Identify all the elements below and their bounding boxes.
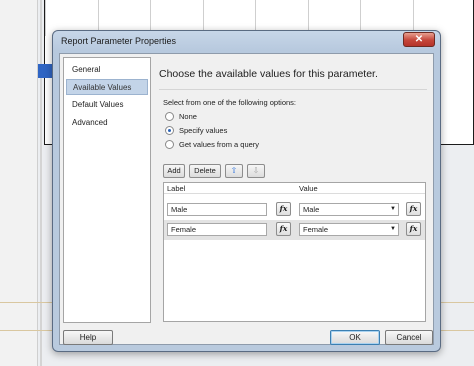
help-button[interactable]: Help xyxy=(63,330,113,345)
up-arrow-icon: ⇧ xyxy=(230,166,238,175)
available-values-grid: Label Value Male fx Male ▼ fx Female fx … xyxy=(163,182,426,322)
down-arrow-icon: ⇩ xyxy=(252,166,260,175)
dialog-titlebar[interactable]: Report Parameter Properties ✕ xyxy=(53,31,440,51)
nav-item-advanced[interactable]: Advanced xyxy=(66,115,148,131)
radio-specify-values[interactable] xyxy=(165,126,174,135)
label-input[interactable]: Female xyxy=(167,223,267,236)
table-row: Female fx Female ▼ fx xyxy=(164,220,425,240)
chevron-down-icon: ▼ xyxy=(390,206,396,212)
close-icon: ✕ xyxy=(414,34,424,45)
nav-item-default-values[interactable]: Default Values xyxy=(66,97,148,113)
report-parameter-properties-dialog: Report Parameter Properties ✕ General Av… xyxy=(52,30,441,352)
ok-button[interactable]: OK xyxy=(330,330,380,345)
table-row: Male fx Male ▼ fx xyxy=(164,200,425,220)
label-expression-button[interactable]: fx xyxy=(276,202,291,216)
column-header-value: Value xyxy=(299,184,318,193)
value-select-text: Male xyxy=(303,205,320,214)
options-prompt: Select from one of the following options… xyxy=(163,98,296,107)
value-select[interactable]: Female ▼ xyxy=(299,223,399,236)
add-button[interactable]: Add xyxy=(163,164,185,178)
value-select-text: Female xyxy=(303,225,329,234)
close-button[interactable]: ✕ xyxy=(403,32,435,47)
canvas-gridline xyxy=(45,0,46,36)
value-expression-button[interactable]: fx xyxy=(406,202,421,216)
value-expression-button[interactable]: fx xyxy=(406,222,421,236)
nav-item-general[interactable]: General xyxy=(66,62,148,78)
dialog-client-area: General Available Values Default Values … xyxy=(59,53,434,345)
label-expression-button[interactable]: fx xyxy=(276,222,291,236)
designer-left-panel xyxy=(0,0,38,366)
column-header-label: Label xyxy=(167,184,186,193)
option-label: None xyxy=(179,112,197,121)
value-select[interactable]: Male ▼ xyxy=(299,203,399,216)
move-down-button[interactable]: ⇩ xyxy=(247,164,265,178)
move-up-button[interactable]: ⇧ xyxy=(225,164,243,178)
page-heading: Choose the available values for this par… xyxy=(159,68,378,80)
nav-item-available-values[interactable]: Available Values xyxy=(66,79,148,95)
designer-splitter[interactable] xyxy=(40,0,42,366)
heading-divider xyxy=(159,89,427,90)
option-label: Specify values xyxy=(179,126,228,135)
chevron-down-icon: ▼ xyxy=(390,226,396,232)
dialog-title: Report Parameter Properties xyxy=(61,36,177,46)
radio-get-values-from-query[interactable] xyxy=(165,140,174,149)
cancel-button[interactable]: Cancel xyxy=(385,330,433,345)
option-label: Get values from a query xyxy=(179,140,260,149)
delete-button[interactable]: Delete xyxy=(189,164,221,178)
property-pages-nav: General Available Values Default Values … xyxy=(63,57,151,323)
grid-header: Label Value xyxy=(164,183,425,194)
radio-none[interactable] xyxy=(165,112,174,121)
label-input[interactable]: Male xyxy=(167,203,267,216)
